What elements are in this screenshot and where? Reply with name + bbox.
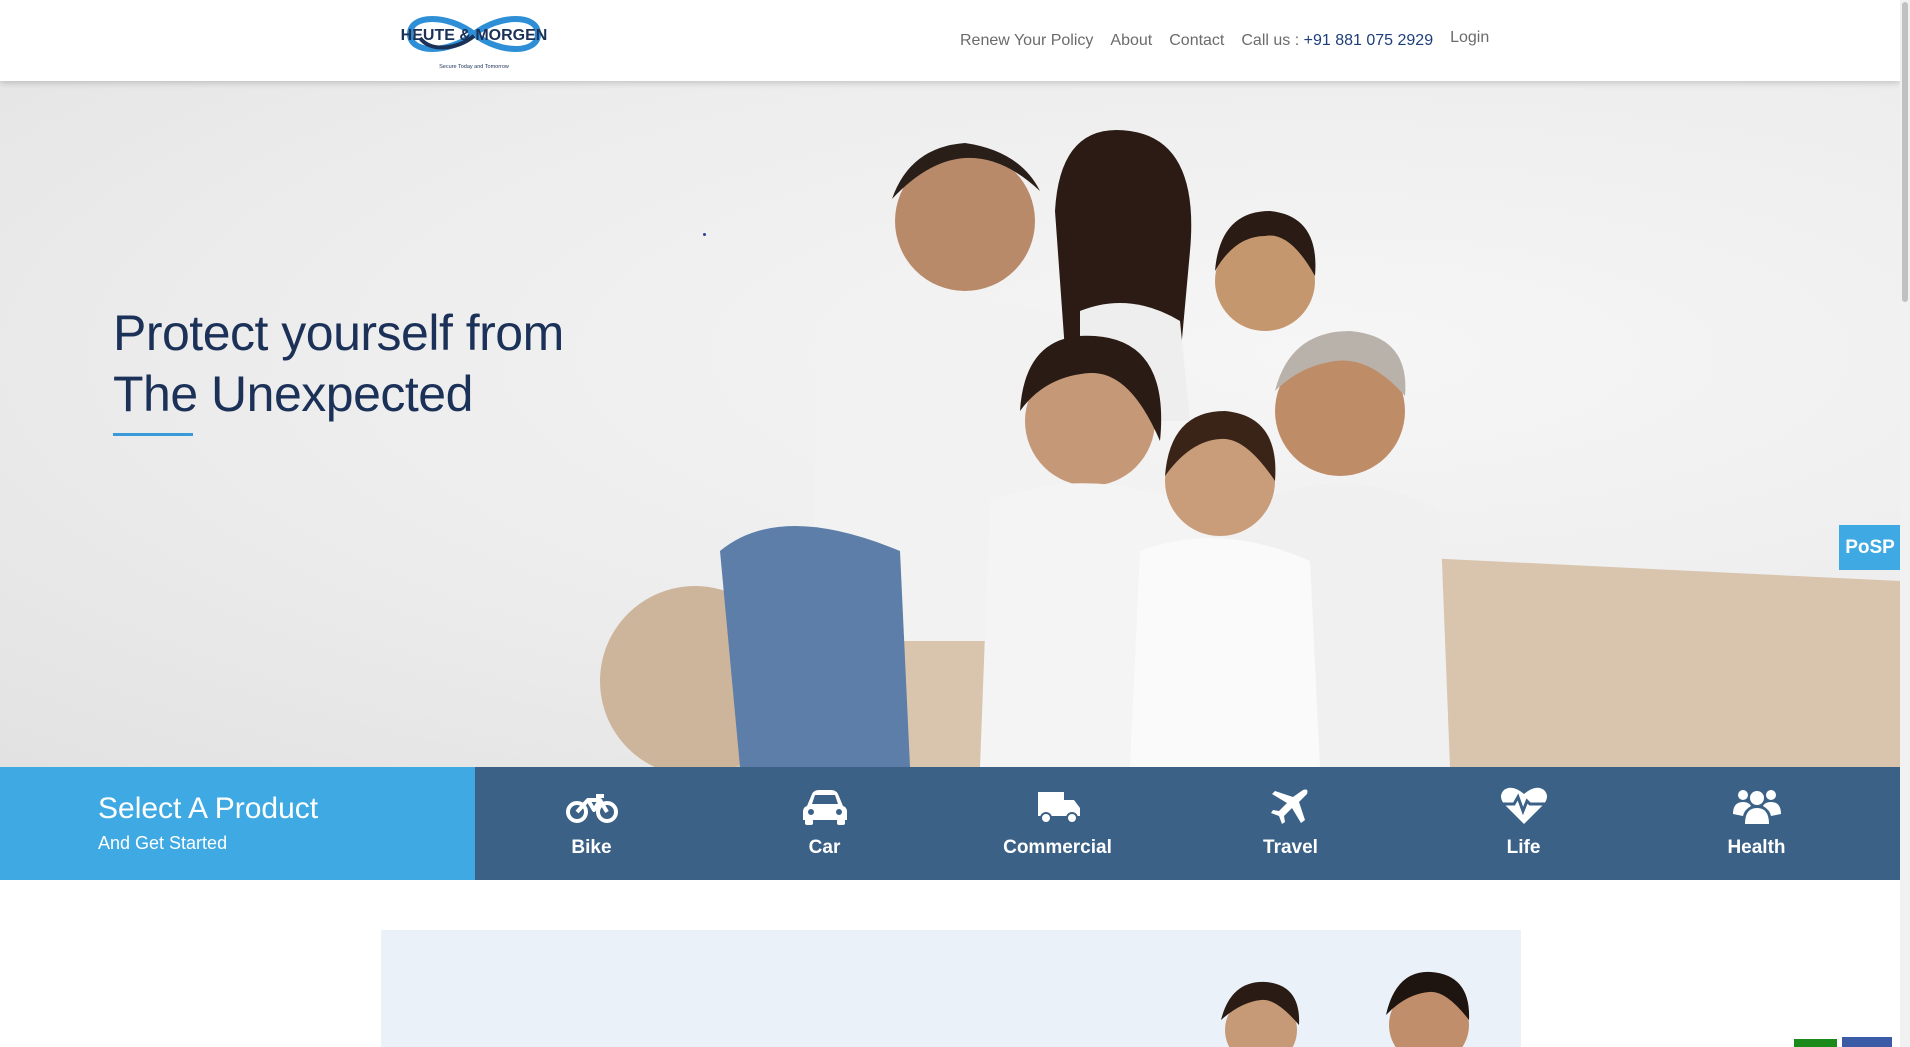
posp-button[interactable]: PoSP: [1839, 525, 1901, 570]
product-bike[interactable]: Bike: [475, 767, 708, 880]
product-life[interactable]: Life: [1407, 767, 1640, 880]
nav-about[interactable]: About: [1110, 32, 1152, 50]
product-car[interactable]: Car: [708, 767, 941, 880]
page-scrollbar[interactable]: [1900, 0, 1910, 1047]
hero-title-line1: Protect yourself from: [113, 305, 564, 361]
select-product-title: Select A Product: [98, 792, 319, 825]
hero-title-underline: [113, 433, 193, 436]
product-travel[interactable]: Travel: [1174, 767, 1407, 880]
nav-contact[interactable]: Contact: [1169, 32, 1224, 50]
product-label: Car: [808, 837, 841, 858]
scrollbar-thumb[interactable]: [1902, 2, 1908, 302]
svg-text:Secure Today and Tomorrow: Secure Today and Tomorrow: [439, 64, 509, 70]
select-product-subtitle: And Get Started: [98, 833, 228, 853]
product-bar: Select A Product And Get Started Bike Ca…: [0, 767, 1900, 880]
truck-icon: [1030, 785, 1086, 827]
select-product-panel: Select A Product And Get Started: [0, 767, 475, 880]
promo-image: [1221, 971, 1470, 1047]
nav-renew-policy[interactable]: Renew Your Policy: [960, 32, 1093, 50]
call-us: Call us : +91 881 075 2929: [1241, 32, 1433, 50]
product-label: Health: [1727, 837, 1786, 858]
car-icon: [797, 785, 853, 827]
product-list: Bike Car Commercial Travel Life Health: [475, 767, 1900, 880]
logo-icon: HEUTE & MORGEN Secure Today and Tomorrow: [401, 16, 548, 70]
hero-title-line2: The Unexpected: [113, 366, 473, 422]
heartbeat-icon: [1496, 785, 1552, 827]
product-label: Life: [1506, 837, 1541, 858]
product-commercial[interactable]: Commercial: [941, 767, 1174, 880]
main-nav: Renew Your Policy About Contact Call us …: [960, 0, 1506, 81]
hero-title: Protect yourself from The Unexpected: [113, 303, 564, 425]
facebook-button[interactable]: [1842, 1037, 1892, 1047]
brand-logo[interactable]: HEUTE & MORGEN Secure Today and Tomorrow: [390, 6, 558, 72]
product-label: Travel: [1263, 837, 1318, 858]
whatsapp-button[interactable]: [1794, 1039, 1837, 1047]
site-header: HEUTE & MORGEN Secure Today and Tomorrow…: [0, 0, 1900, 81]
phone-number[interactable]: +91 881 075 2929: [1304, 32, 1433, 49]
product-health[interactable]: Health: [1640, 767, 1873, 880]
hero-banner: Protect yourself from The Unexpected: [0, 81, 1900, 767]
motorcycle-icon: [564, 785, 620, 827]
product-label: Bike: [571, 837, 612, 858]
plane-icon: [1263, 785, 1319, 827]
decorative-dot: [703, 233, 706, 236]
product-label: Commercial: [1003, 837, 1112, 858]
promo-section: [381, 930, 1521, 1047]
users-icon: [1729, 785, 1785, 827]
nav-login[interactable]: Login: [1450, 29, 1489, 47]
svg-text:HEUTE & MORGEN: HEUTE & MORGEN: [401, 27, 548, 44]
call-us-label: Call us :: [1241, 31, 1304, 49]
family-photo: [600, 130, 1900, 767]
